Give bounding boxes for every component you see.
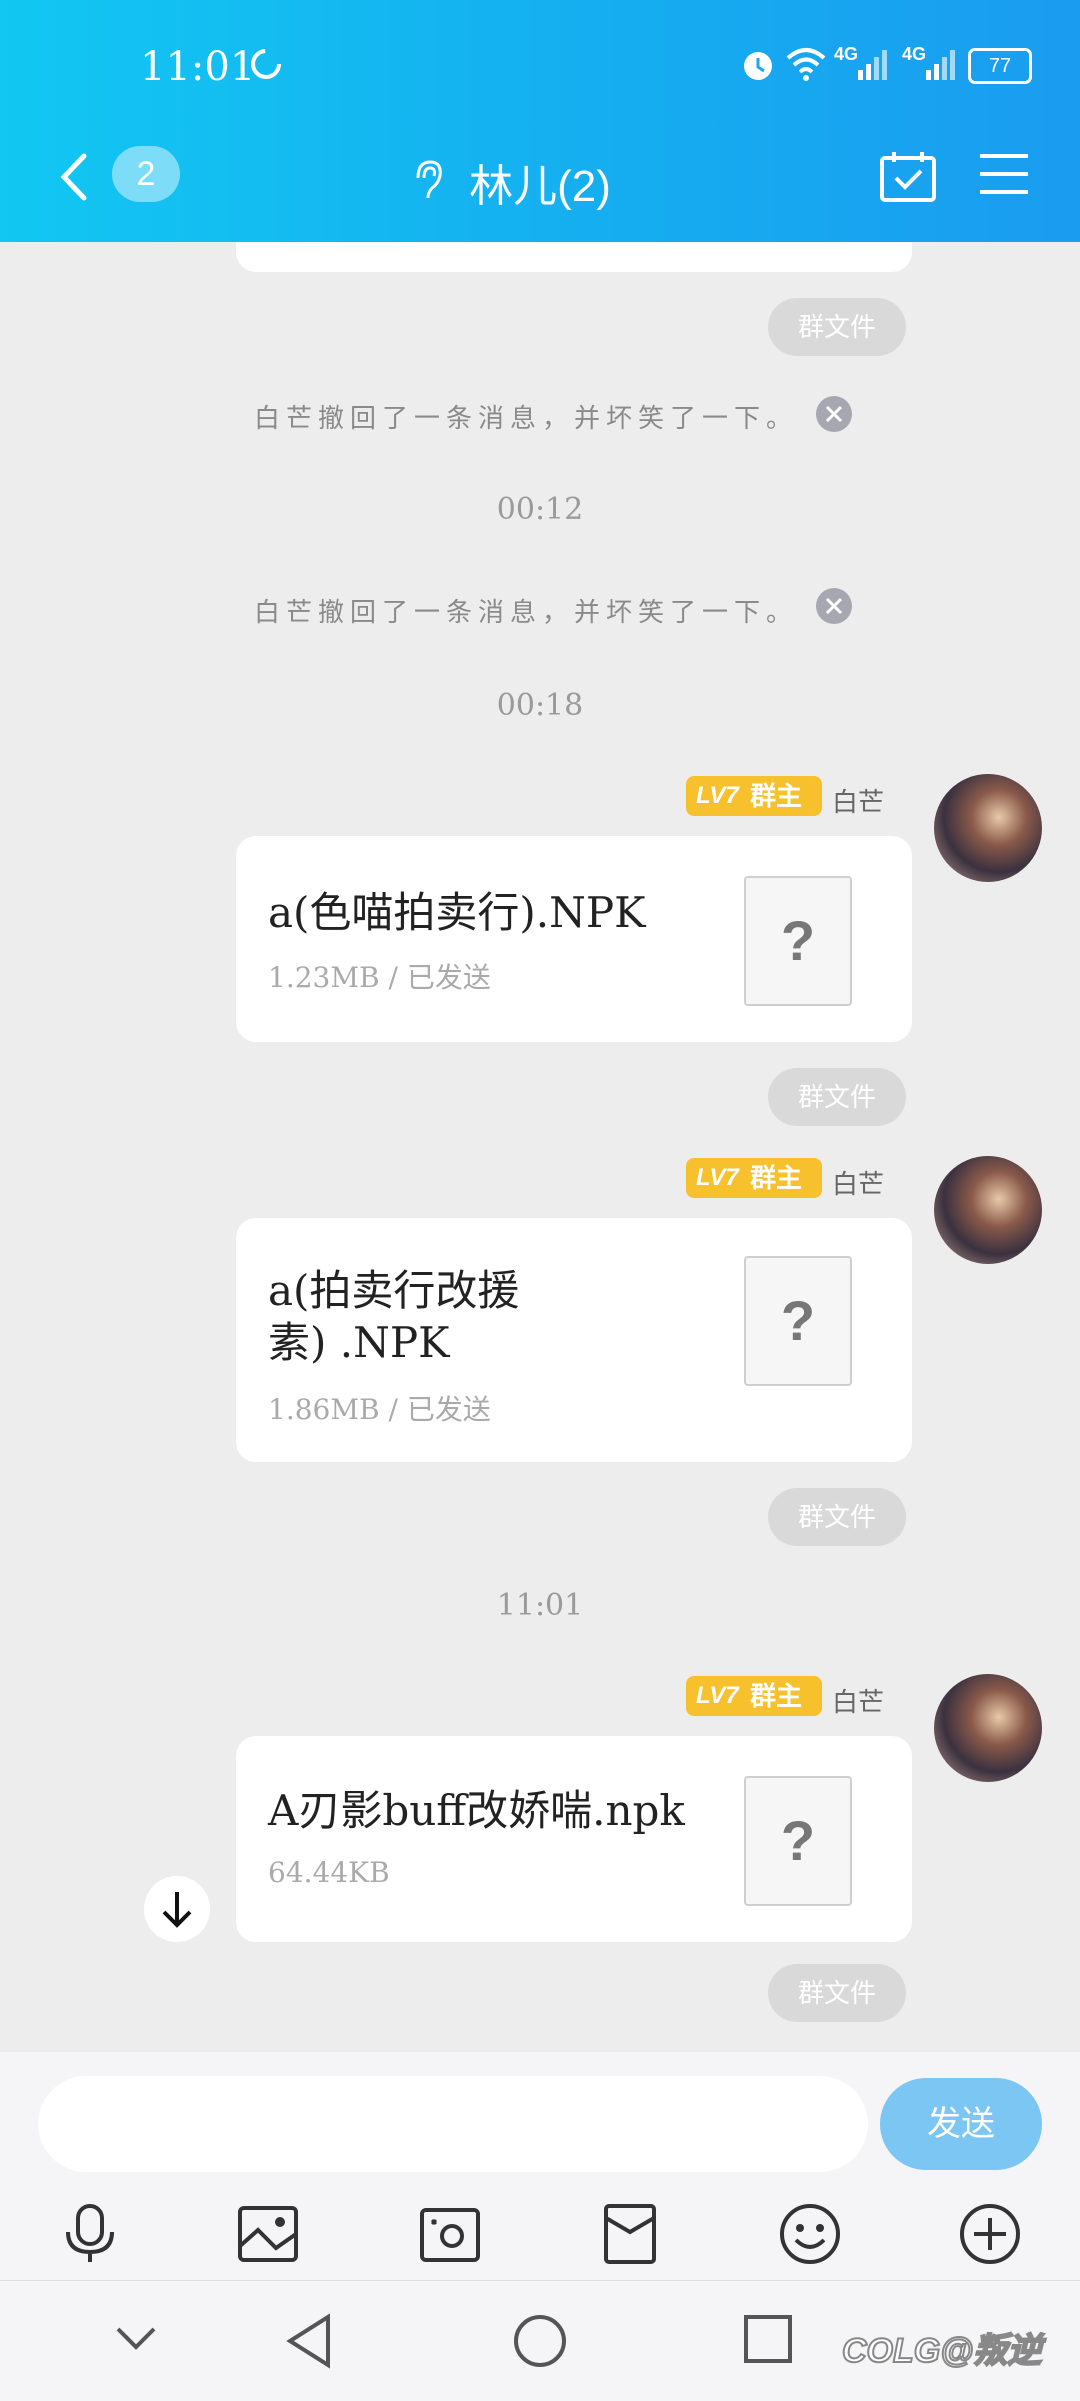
- unknown-file-icon: ?: [744, 1776, 852, 1906]
- calendar-check-icon[interactable]: [878, 148, 938, 204]
- level-label: LV7: [696, 1682, 739, 1709]
- sender-name[interactable]: 白芒: [832, 1164, 884, 1201]
- close-icon[interactable]: [816, 396, 852, 432]
- home-icon[interactable]: [512, 2313, 568, 2369]
- file-name-line-1: a(拍卖行改援: [268, 1266, 520, 1315]
- close-icon[interactable]: [816, 588, 852, 624]
- send-button[interactable]: 发送: [880, 2078, 1042, 2170]
- level-badge: LV7 群主: [686, 1676, 822, 1716]
- group-file-pill[interactable]: 群文件: [768, 1964, 906, 2022]
- avatar[interactable]: [934, 774, 1042, 882]
- emoji-icon[interactable]: [778, 2202, 842, 2266]
- file-message[interactable]: a(拍卖行改援 素) .NPK 1.86MB / 已发送 ?: [236, 1218, 912, 1462]
- battery-level: 77: [988, 55, 1012, 77]
- role-label: 群主: [750, 1163, 803, 1193]
- sender-name[interactable]: 白芒: [832, 782, 884, 819]
- group-file-pill[interactable]: 群文件: [768, 298, 906, 356]
- composer: 发送: [0, 2052, 1080, 2280]
- recall-notice: 白芒撤回了一条消息，并坏笑了一下。: [254, 403, 799, 433]
- role-label: 群主: [750, 781, 803, 811]
- menu-icon[interactable]: [978, 150, 1030, 198]
- unknown-file-icon: ?: [744, 876, 852, 1006]
- group-file-pill[interactable]: 群文件: [768, 1488, 906, 1546]
- level-badge: LV7 群主: [686, 776, 822, 816]
- message-list[interactable]: 群文件 白芒撤回了一条消息，并坏笑了一下。 00:12 白芒撤回了一条消息，并坏…: [0, 242, 1080, 2052]
- unknown-file-icon: ?: [744, 1256, 852, 1386]
- message-input[interactable]: [38, 2076, 868, 2172]
- header: 11:01 4G 4G 77 2 林儿(2): [0, 0, 1080, 242]
- avatar[interactable]: [934, 1674, 1042, 1782]
- microphone-icon[interactable]: [60, 2202, 120, 2266]
- file-meta: 1.86MB / 已发送: [268, 1393, 491, 1426]
- camera-icon[interactable]: [418, 2202, 482, 2266]
- signal-icon: [858, 50, 887, 80]
- signal-icon-2: [926, 50, 955, 80]
- recents-icon[interactable]: [742, 2313, 794, 2365]
- image-icon[interactable]: [236, 2202, 300, 2266]
- wifi-icon: [786, 48, 826, 81]
- network-label-1: 4G: [834, 44, 859, 64]
- avatar[interactable]: [934, 1156, 1042, 1264]
- file-message[interactable]: A刃影buff改娇喘.npk 64.44KB ?: [236, 1736, 912, 1942]
- file-name-line-2: 素) .NPK: [268, 1318, 450, 1367]
- sender-name[interactable]: 白芒: [832, 1682, 884, 1719]
- file-message[interactable]: a(色喵拍卖行).NPK 1.23MB / 已发送 ?: [236, 836, 912, 1042]
- back-triangle-icon[interactable]: [282, 2311, 338, 2371]
- battery-icon: 77: [968, 48, 1032, 84]
- loading-icon: [251, 49, 281, 79]
- level-label: LV7: [696, 782, 739, 809]
- alarm-icon: [744, 52, 772, 80]
- scroll-to-bottom-button[interactable]: [144, 1876, 210, 1942]
- level-badge: LV7 群主: [686, 1158, 822, 1198]
- arrow-down-icon: [162, 1892, 192, 1928]
- recall-notice: 白芒撤回了一条消息，并坏笑了一下。: [254, 597, 799, 627]
- timestamp: 11:01: [496, 1588, 584, 1623]
- system-nav-bar: COLG@叛逆: [0, 2280, 1080, 2401]
- red-packet-icon[interactable]: [600, 2202, 660, 2266]
- add-icon[interactable]: [958, 2202, 1022, 2266]
- message-card-partial: [236, 242, 912, 272]
- timestamp: 00:18: [496, 688, 584, 723]
- file-meta: 64.44KB: [268, 1856, 390, 1889]
- status-time: 11:01: [140, 44, 256, 90]
- timestamp: 00:12: [496, 492, 584, 527]
- collapse-icon[interactable]: [112, 2319, 160, 2359]
- file-meta: 1.23MB / 已发送: [268, 961, 491, 994]
- file-name: a(色喵拍卖行).NPK: [268, 888, 646, 937]
- group-file-pill[interactable]: 群文件: [768, 1068, 906, 1126]
- role-label: 群主: [750, 1681, 803, 1711]
- level-label: LV7: [696, 1164, 739, 1191]
- network-label-2: 4G: [902, 44, 927, 64]
- file-name: A刃影buff改娇喘.npk: [268, 1786, 685, 1835]
- watermark: COLG@叛逆: [841, 2331, 1042, 2371]
